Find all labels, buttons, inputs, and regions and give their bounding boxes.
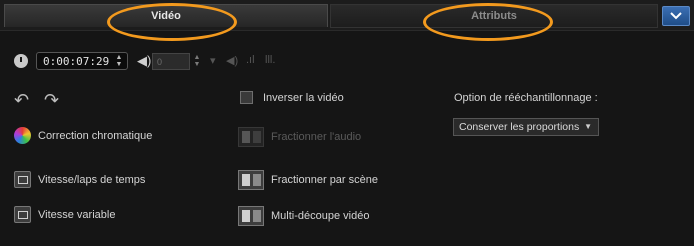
resample-selected-value: Conserver les proportions: [459, 121, 580, 133]
dropdown-arrow-icon: ▼: [584, 122, 592, 131]
multi-trim-icon: [238, 206, 264, 226]
split-audio-item[interactable]: Fractionner l'audio: [238, 127, 361, 147]
resample-option-label: Option de rééchantillonnage :: [454, 92, 598, 104]
split-audio-label: Fractionner l'audio: [271, 131, 362, 143]
reverse-video-option[interactable]: Inverser la vidéo: [240, 91, 344, 104]
color-wheel-icon: [14, 127, 31, 144]
audio-level-icon[interactable]: lll.: [265, 54, 275, 66]
duration-volume-row: 0:00:07:29 ▲ ▼ ◀) 0 ▲ ▼ ▾ ◀) .ıl lll.: [14, 52, 314, 72]
split-by-scene-label: Fractionner par scène: [271, 174, 378, 186]
multi-trim-label: Multi-découpe vidéo: [271, 210, 370, 222]
speed-timelapse-item[interactable]: Vitesse/laps de temps: [14, 171, 145, 188]
volume-field[interactable]: 0: [152, 53, 190, 70]
split-by-scene-item[interactable]: Fractionner par scène: [238, 170, 378, 190]
speed-timelapse-label: Vitesse/laps de temps: [38, 173, 146, 186]
resample-option-select[interactable]: Conserver les proportions ▼: [453, 118, 599, 136]
mute-icon[interactable]: ▾: [210, 54, 216, 67]
variable-speed-label: Vitesse variable: [38, 208, 116, 221]
color-correction-item[interactable]: Correction chromatique: [14, 127, 152, 144]
speaker-icon[interactable]: ◀): [137, 53, 151, 69]
variable-speed-icon: [14, 206, 31, 223]
reverse-video-label: Inverser la vidéo: [263, 91, 344, 104]
rotate-right-icon[interactable]: ↷: [44, 90, 59, 111]
split-audio-icon: [238, 127, 264, 147]
clock-icon: [14, 54, 28, 68]
tab-bar: Vidéo Attributs: [0, 0, 694, 31]
volume-stepper[interactable]: ▲ ▼: [192, 54, 202, 68]
fade-out-icon[interactable]: ◀): [226, 54, 238, 67]
chevron-down-icon: [670, 12, 682, 20]
split-scene-icon: [238, 170, 264, 190]
tab-attributes[interactable]: Attributs: [330, 4, 658, 28]
tab-video[interactable]: Vidéo: [4, 4, 328, 27]
multi-trim-item[interactable]: Multi-découpe vidéo: [238, 206, 369, 226]
reverse-video-checkbox[interactable]: [240, 91, 253, 104]
speed-icon: [14, 171, 31, 188]
fade-in-icon[interactable]: .ıl: [246, 54, 255, 66]
color-correction-label: Correction chromatique: [38, 129, 153, 142]
rotate-left-icon[interactable]: ↶: [14, 90, 29, 111]
video-options-panel: Vidéo Attributs 0:00:07:29 ▲ ▼ ◀) 0 ▲ ▼ ▾ …: [0, 0, 694, 246]
timecode-stepper[interactable]: ▲ ▼: [114, 54, 124, 68]
variable-speed-item[interactable]: Vitesse variable: [14, 206, 115, 223]
collapse-options-button[interactable]: [662, 6, 690, 26]
